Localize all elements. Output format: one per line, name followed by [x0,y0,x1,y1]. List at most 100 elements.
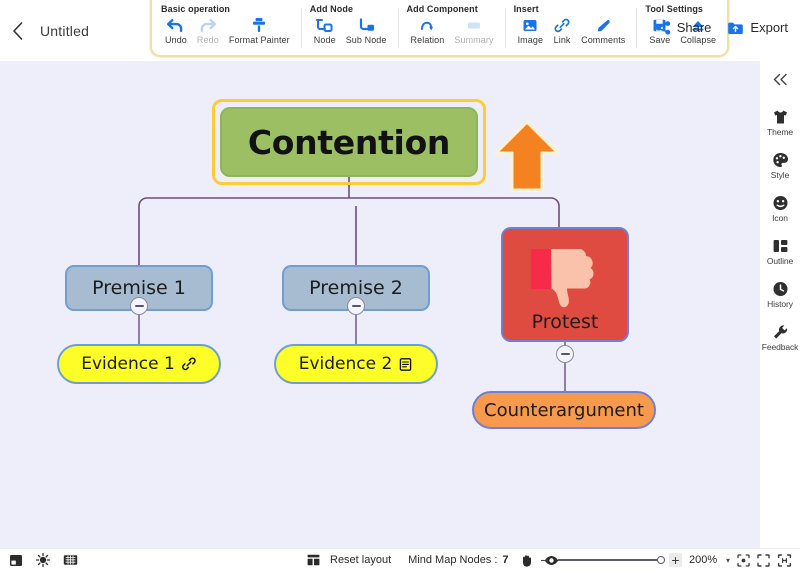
clock-history-icon [772,279,789,298]
toolbar-group-title: Basic operation [161,4,231,14]
zoom-dropdown-caret[interactable]: ▾ [726,556,730,565]
share-icon [655,20,671,35]
format-painter-button[interactable]: Format Painter [225,16,294,45]
zoom-in-button[interactable]: + [668,553,682,567]
link-chain-icon[interactable] [181,356,197,372]
panel-layout-icon[interactable] [9,554,23,567]
sidebar-item-icon[interactable]: Icon [760,193,800,223]
redo-label: Redo [196,35,219,45]
sidebar-item-outline[interactable]: Outline [760,236,800,266]
node-count-label: Mind Map Nodes : [408,554,498,566]
redo-button[interactable]: Redo [193,16,223,45]
fit-screen-icon[interactable] [757,553,770,567]
sidebar-item-style[interactable]: Style [760,150,800,180]
export-label: Export [750,20,788,35]
toolbar-group-title: Add Component [406,4,478,14]
relation-label: Relation [410,35,445,45]
main-toolbar: Basic operation Undo Redo Format Painter… [150,0,730,57]
add-node-icon [316,16,333,34]
mindmap-node-evidence-1[interactable]: Evidence 1 [57,344,221,384]
thumbs-down-icon [523,243,607,309]
top-right-actions: Share Export [655,20,788,35]
evidence-2-label: Evidence 2 [298,354,393,374]
link-icon [554,16,570,34]
sidebar-label-icon: Icon [772,213,788,223]
share-button[interactable]: Share [655,20,712,35]
save-label: Save [649,35,671,45]
note-comment-icon[interactable] [398,357,413,372]
collapse-toggle-protest[interactable] [556,345,574,363]
insert-comments-button[interactable]: Comments [577,16,629,45]
theme-shirt-icon [772,107,789,126]
style-palette-icon [772,150,789,169]
reset-layout-icon [307,554,320,566]
collapse-toggle-premise-1[interactable] [130,297,148,315]
reset-layout-button[interactable]: Reset layout [307,554,391,566]
status-bar: Reset layout Mind Map Nodes : 7 − + 200%… [0,548,800,571]
sidebar-label-history: History [767,299,793,309]
mindmap-app: Untitled Basic operation Undo Redo Forma… [0,0,800,571]
toolbar-group-title: Add Node [309,4,354,14]
insert-image-button[interactable]: Image [514,16,548,45]
add-sub-node-button[interactable]: Sub Node [342,16,391,45]
summary-label: Summary [454,35,494,45]
add-node-label: Node [313,35,336,45]
chevron-left-icon [12,21,22,40]
mindmap-node-counterargument[interactable]: Counterargument [472,391,656,429]
zoom-slider[interactable] [557,556,665,564]
back-button[interactable] [0,0,34,61]
right-sidebar: Theme Style Icon Outline History Feedbac… [760,61,800,548]
sidebar-item-theme[interactable]: Theme [760,107,800,137]
format-painter-label: Format Painter [228,35,290,45]
relation-icon [419,16,435,34]
mindmap-node-evidence-2[interactable]: Evidence 2 [274,344,438,384]
brightness-sun-icon[interactable] [36,553,50,567]
toolbar-group-add-node: Add Node Node Sub Node [300,0,398,55]
redo-arrow-icon [199,16,217,34]
reset-layout-label: Reset layout [330,554,392,566]
summary-button[interactable]: Summary [450,16,497,45]
comments-pen-icon [595,16,611,34]
format-painter-icon [251,16,267,34]
insert-image-label: Image [517,35,544,45]
undo-button[interactable]: Undo [161,16,191,45]
sidebar-label-theme: Theme [767,127,793,137]
document-title[interactable]: Untitled [40,23,89,39]
mindmap-node-root[interactable]: Contention [220,107,478,177]
zoom-out-button[interactable]: − [538,553,551,567]
undo-label: Undo [165,35,187,45]
evidence-1-label: Evidence 1 [81,354,175,374]
mindmap-node-protest[interactable]: Protest [501,227,629,342]
collapse-toggle-premise-2[interactable] [347,297,365,315]
insert-link-label: Link [553,35,571,45]
add-sub-node-label: Sub Node [345,35,387,45]
node-count-value: 7 [502,554,509,566]
export-button[interactable]: Export [727,20,788,35]
summary-icon [466,16,482,34]
toolbar-group-basic-operation: Basic operation Undo Redo Format Painter [152,0,301,55]
sidebar-item-history[interactable]: History [760,279,800,309]
fit-width-icon[interactable] [777,553,792,567]
undo-arrow-icon [167,16,184,34]
wrench-feedback-icon [772,322,789,341]
sidebar-label-style: Style [770,170,790,180]
insert-comments-label: Comments [581,35,626,45]
add-sub-node-icon [358,16,375,34]
add-node-button[interactable]: Node [310,16,340,45]
zoom-slider-handle[interactable] [656,556,665,564]
hand-pan-icon[interactable] [520,554,533,567]
mindmap-canvas[interactable]: Contention Premise 1 Premise 2 Evidence … [0,61,760,548]
sidebar-item-feedback[interactable]: Feedback [760,322,800,352]
toolbar-group-insert: Insert Image Link Comments [504,0,637,55]
grid-keyboard-icon[interactable] [63,554,78,566]
collapse-label: Collapse [680,35,717,45]
insert-link-button[interactable]: Link [549,16,575,45]
toolbar-group-title: Insert [513,4,539,14]
double-chevron-left-icon[interactable] [772,73,789,89]
center-focus-icon[interactable] [737,553,750,567]
relation-button[interactable]: Relation [407,16,449,45]
sidebar-label-feedback: Feedback [761,342,799,352]
share-label: Share [676,20,712,35]
outline-layout-icon [772,236,789,255]
toolbar-group-title: Tool Settings [645,4,704,14]
